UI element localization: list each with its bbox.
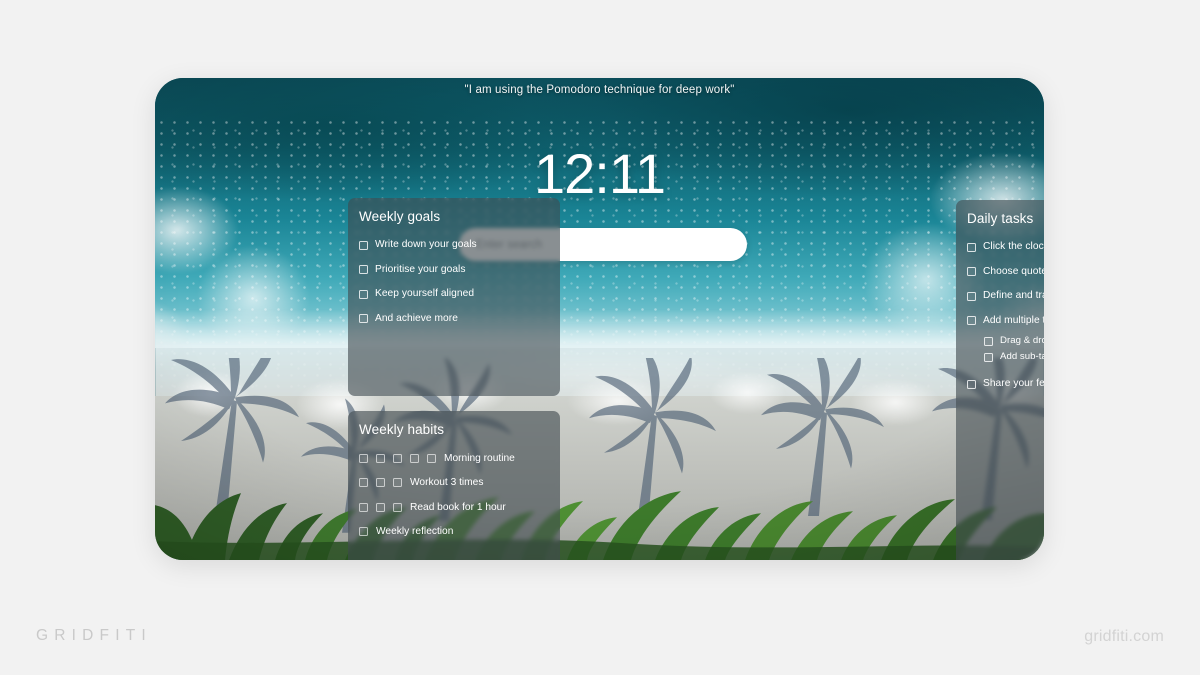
- list-item-label: Write down your goals: [375, 239, 477, 251]
- app-card: "I am using the Pomodoro technique for d…: [155, 78, 1044, 560]
- sub-list-item-label: Drag & drop todo items between lists: [1000, 335, 1044, 347]
- checkbox-icon[interactable]: [967, 379, 976, 389]
- checkbox-icon[interactable]: [376, 453, 385, 463]
- list-item[interactable]: Prioritise your goals: [359, 258, 560, 283]
- list-item-label: Add multiple todo lists: [983, 314, 1044, 326]
- daily-tasks-list: Click the clock to make it a Pomodoro ti…: [956, 226, 1044, 397]
- list-item-label: Prioritise your goals: [375, 263, 466, 275]
- list-item[interactable]: Weekly reflection: [359, 520, 560, 545]
- panel-title-weekly-habits: Weekly habits: [359, 422, 445, 437]
- list-item-label: Keep yourself aligned: [375, 288, 475, 300]
- checkbox-icon[interactable]: [967, 267, 976, 277]
- checkbox-icon[interactable]: [410, 453, 419, 463]
- list-item[interactable]: Define and track your habits: [967, 284, 1044, 309]
- checkbox-icon[interactable]: [359, 314, 368, 324]
- panel-title-daily-tasks: Daily tasks: [967, 211, 1034, 226]
- list-item-label: Click the clock to make it a Pomodoro ti…: [983, 241, 1044, 253]
- checkbox-icon[interactable]: [393, 502, 402, 512]
- checkbox-icon[interactable]: [393, 453, 402, 463]
- checkbox-icon[interactable]: [376, 502, 385, 512]
- checkbox-icon[interactable]: [359, 289, 368, 299]
- sub-list-item[interactable]: Drag & drop todo items between lists: [967, 333, 1044, 349]
- habit-checkbox-group[interactable]: [359, 502, 410, 512]
- habit-checkbox-group[interactable]: [359, 453, 444, 463]
- clock-display[interactable]: 12:11: [155, 146, 1044, 202]
- weekly-habits-list: Morning routine Workout 3 times Read boo…: [348, 437, 560, 544]
- checkbox-icon[interactable]: [967, 316, 976, 326]
- panel-daily-tasks: Daily tasks Click the clock to make it a…: [956, 200, 1044, 560]
- checkbox-icon[interactable]: [427, 453, 436, 463]
- list-item[interactable]: Morning routine: [359, 446, 560, 471]
- list-item-label: Workout 3 times: [410, 477, 484, 489]
- list-item-label: Define and track your habits: [983, 290, 1044, 302]
- list-item[interactable]: Choose quotes for motivation and inspira…: [967, 260, 1044, 285]
- list-item[interactable]: Add multiple todo lists: [967, 309, 1044, 334]
- checkbox-icon[interactable]: [359, 453, 368, 463]
- panel-weekly-habits: Weekly habits Morning routine Workout 3 …: [348, 411, 560, 560]
- checkbox-icon[interactable]: [359, 502, 368, 512]
- list-item[interactable]: Keep yourself aligned: [359, 282, 560, 307]
- list-item-label: Morning routine: [444, 452, 515, 464]
- checkbox-icon[interactable]: [376, 478, 385, 488]
- sub-list-item[interactable]: Add sub-tasks: [967, 349, 1044, 365]
- list-item[interactable]: Click the clock to make it a Pomodoro ti…: [967, 235, 1044, 260]
- panel-weekly-goals: Weekly goals Write down your goals Prior…: [348, 198, 560, 396]
- brand-wordmark: GRIDFITI: [36, 627, 152, 644]
- screenshot-stage: "I am using the Pomodoro technique for d…: [0, 0, 1200, 675]
- list-item-label: Choose quotes for motivation and inspira…: [983, 265, 1044, 277]
- checkbox-icon[interactable]: [967, 242, 976, 252]
- weekly-goals-list: Write down your goals Prioritise your go…: [348, 224, 560, 331]
- checkbox-icon[interactable]: [393, 478, 402, 488]
- list-item-label: Share your feedback via the settings men…: [983, 378, 1044, 390]
- list-item[interactable]: Read book for 1 hour: [359, 495, 560, 520]
- checkbox-icon[interactable]: [967, 291, 976, 301]
- list-item[interactable]: And achieve more: [359, 307, 560, 332]
- habit-checkbox-group[interactable]: [359, 478, 410, 488]
- checkbox-icon[interactable]: [359, 478, 368, 488]
- list-item-label: Read book for 1 hour: [410, 501, 506, 513]
- habit-checkbox-group[interactable]: [359, 527, 376, 537]
- checkbox-icon[interactable]: [359, 265, 368, 275]
- checkbox-icon[interactable]: [359, 527, 368, 537]
- list-item-label: And achieve more: [375, 312, 458, 324]
- checkbox-icon[interactable]: [984, 352, 993, 362]
- list-item-label: Weekly reflection: [376, 526, 454, 538]
- panel-title-weekly-goals: Weekly goals: [359, 209, 441, 224]
- motivational-quote: "I am using the Pomodoro technique for d…: [464, 84, 735, 96]
- brand-website: gridfiti.com: [1084, 628, 1164, 645]
- list-item[interactable]: Workout 3 times: [359, 471, 560, 496]
- list-item[interactable]: Write down your goals: [359, 233, 560, 258]
- checkbox-icon[interactable]: [359, 240, 368, 250]
- checkbox-icon[interactable]: [984, 336, 993, 346]
- sub-list-item-label: Add sub-tasks: [1000, 351, 1044, 363]
- list-item[interactable]: Share your feedback via the settings men…: [967, 372, 1044, 397]
